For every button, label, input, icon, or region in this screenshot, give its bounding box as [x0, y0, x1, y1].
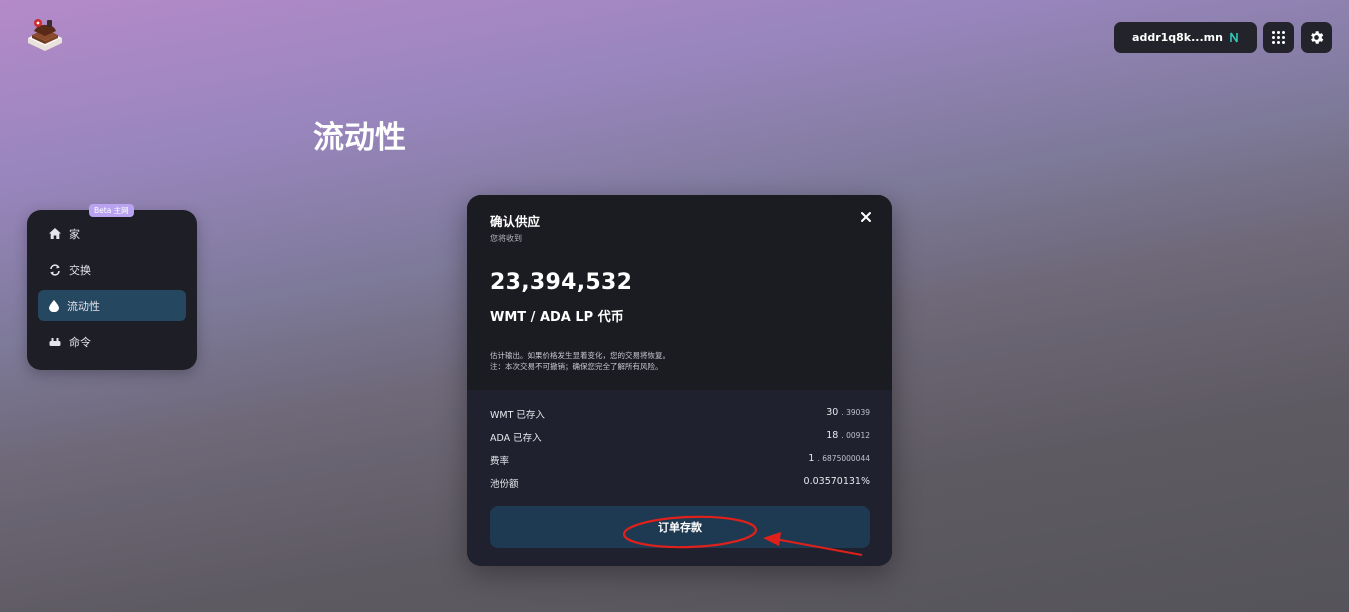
sidebar-item-label: 命令 — [69, 335, 91, 349]
sidebar-nav: 家 交换 流动性 命令 — [27, 210, 197, 370]
sidebar-item-orders[interactable]: 命令 — [38, 326, 186, 357]
sidebar-item-label: 交换 — [69, 263, 91, 277]
detail-row-pool-share: 池份额 0.03570131% — [490, 476, 870, 490]
page-title: 流动性 — [313, 120, 406, 156]
ada-icon — [1230, 32, 1238, 43]
detail-value: 30 . 39039 — [826, 407, 870, 418]
detail-value: 0.03570131% — [803, 476, 870, 487]
detail-value: 1 . 6875000044 — [808, 453, 870, 464]
deposit-order-button[interactable]: 订单存款 — [490, 506, 870, 548]
swap-icon — [50, 263, 60, 276]
home-icon — [49, 228, 61, 239]
wallet-address: addr1q8k...mn — [1132, 31, 1223, 44]
detail-label: WMT 已存入 — [490, 410, 545, 421]
detail-value: 18 . 00912 — [826, 430, 870, 441]
sidebar-item-liquidity[interactable]: 流动性 — [38, 290, 186, 321]
wallet-button[interactable]: addr1q8k...mn — [1114, 22, 1257, 53]
sidebar-item-label: 流动性 — [67, 299, 100, 313]
note-line: 注：本次交易不可撤销；确保您完全了解所有风险。 — [490, 362, 663, 371]
lp-token-amount: 23,394,532 — [490, 270, 633, 295]
gear-icon — [1311, 31, 1324, 44]
detail-row-ada: ADA 已存入 18 . 00912 — [490, 430, 870, 444]
settings-button[interactable] — [1301, 22, 1332, 53]
detail-label: 池份额 — [490, 479, 519, 490]
sidebar-item-swap[interactable]: 交换 — [38, 254, 186, 285]
orders-icon — [49, 337, 61, 346]
estimate-note: 估计输出。如果价格发生显着变化，您的交易将恢复。 注：本次交易不可撤销；确保您完… — [490, 350, 670, 372]
modal-subtitle: 您将收到 — [490, 234, 522, 243]
lp-token-name: WMT / ADA LP 代币 — [490, 310, 624, 325]
sidebar-item-home[interactable]: 家 — [38, 218, 186, 249]
beta-badge: Beta 主网 — [89, 204, 134, 217]
detail-label: 费率 — [490, 456, 510, 467]
note-line: 估计输出。如果价格发生显着变化，您的交易将恢复。 — [490, 351, 670, 360]
sidebar-item-label: 家 — [69, 227, 80, 241]
detail-row-wmt: WMT 已存入 30 . 39039 — [490, 407, 870, 421]
detail-row-rate: 费率 1 . 6875000044 — [490, 453, 870, 467]
grid-icon — [1272, 31, 1285, 44]
close-icon[interactable] — [859, 210, 873, 224]
drop-icon — [49, 299, 59, 312]
detail-label: ADA 已存入 — [490, 433, 542, 444]
app-logo[interactable] — [24, 16, 66, 54]
modal-title: 确认供应 — [490, 214, 541, 229]
apps-menu-button[interactable] — [1263, 22, 1294, 53]
confirm-supply-modal: 确认供应 您将收到 23,394,532 WMT / ADA LP 代币 估计输… — [467, 195, 892, 566]
